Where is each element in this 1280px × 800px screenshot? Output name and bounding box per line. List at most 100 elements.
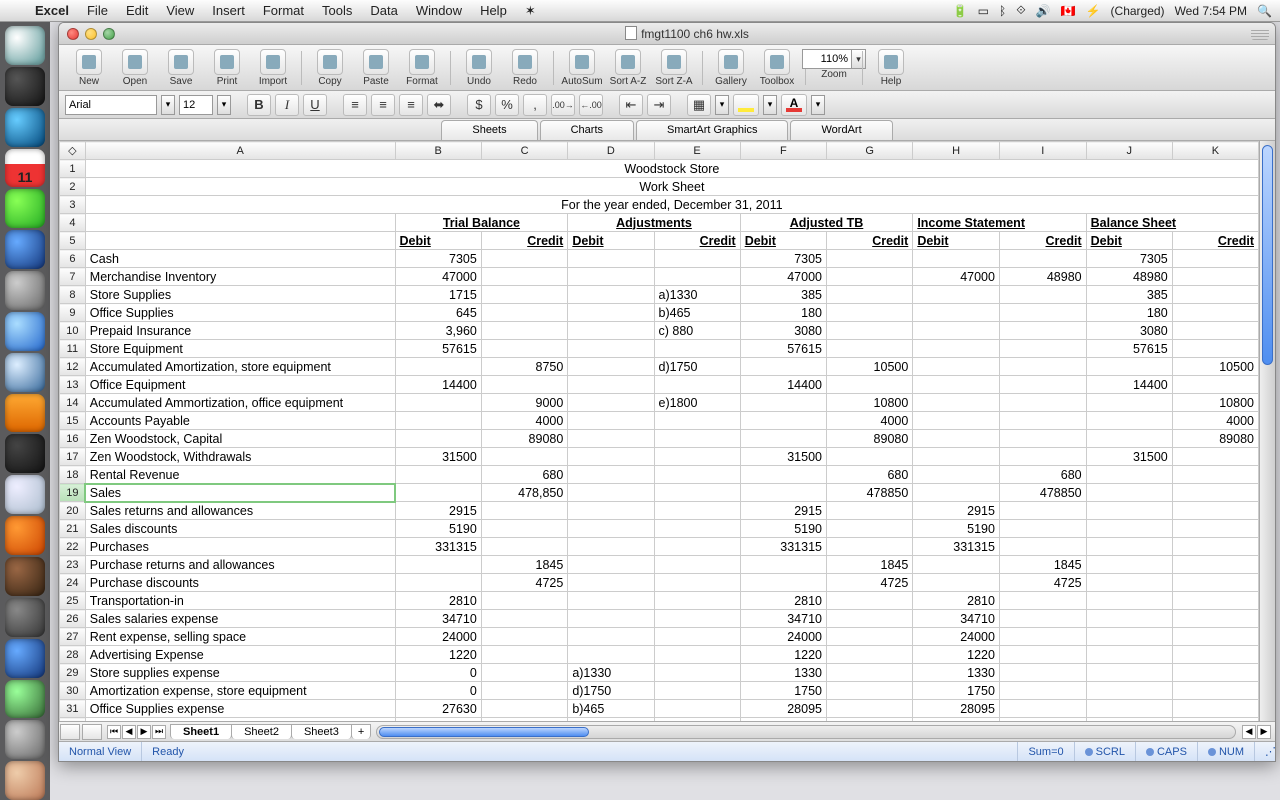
cell-I7[interactable]: 48980 [999, 268, 1086, 286]
cell-C26[interactable] [481, 610, 567, 628]
cell-C27[interactable] [481, 628, 567, 646]
cell-E11[interactable] [654, 340, 740, 358]
row-header-11[interactable]: 11 [60, 340, 86, 358]
row-header-15[interactable]: 15 [60, 412, 86, 430]
cell-B29[interactable]: 0 [395, 664, 481, 682]
gallery-button[interactable]: Gallery [709, 47, 753, 89]
bold-button[interactable]: B [247, 94, 271, 116]
cell-H21[interactable]: 5190 [913, 520, 1000, 538]
cell-E17[interactable] [654, 448, 740, 466]
cell-E10[interactable]: c) 880 [654, 322, 740, 340]
cell-C19[interactable]: 478,850 [481, 484, 567, 502]
credit-header[interactable]: Credit [1172, 232, 1258, 250]
dock-app-word2[interactable] [5, 639, 45, 678]
cell-C24[interactable]: 4725 [481, 574, 567, 592]
cell-G7[interactable] [827, 268, 913, 286]
cell-A18[interactable]: Rental Revenue [85, 466, 395, 484]
menu-help[interactable]: Help [471, 3, 516, 18]
cell-F27[interactable]: 24000 [740, 628, 826, 646]
row-header-31[interactable]: 31 [60, 700, 86, 718]
credit-header[interactable]: Credit [654, 232, 740, 250]
cell-H28[interactable]: 1220 [913, 646, 1000, 664]
cell-E20[interactable] [654, 502, 740, 520]
comma-button[interactable]: , [523, 94, 547, 116]
dock-app-dashboard[interactable] [5, 67, 45, 106]
sheet-tab-sheet3[interactable]: Sheet3 [291, 724, 352, 739]
cell-F10[interactable]: 3080 [740, 322, 826, 340]
cell-J12[interactable] [1086, 358, 1172, 376]
row-header-30[interactable]: 30 [60, 682, 86, 700]
cell-I12[interactable] [999, 358, 1086, 376]
row-header-16[interactable]: 16 [60, 430, 86, 448]
section-balance-sheet[interactable]: Balance Sheet [1086, 214, 1258, 232]
cell-K32[interactable] [1172, 718, 1258, 722]
cell-D6[interactable] [568, 250, 654, 268]
cell-D13[interactable] [568, 376, 654, 394]
cell-F18[interactable] [740, 466, 826, 484]
cell-J15[interactable] [1086, 412, 1172, 430]
dock-app-gear[interactable] [5, 598, 45, 637]
gallery-tab-wordart[interactable]: WordArt [790, 120, 892, 140]
cell-D8[interactable] [568, 286, 654, 304]
redo-button[interactable]: Redo [503, 47, 547, 89]
cell-B24[interactable] [395, 574, 481, 592]
cell-E6[interactable] [654, 250, 740, 268]
cell-C22[interactable] [481, 538, 567, 556]
print-button[interactable]: Print [205, 47, 249, 89]
cell-D26[interactable] [568, 610, 654, 628]
cell-C16[interactable]: 89080 [481, 430, 567, 448]
row-header-32[interactable]: 32 [60, 718, 86, 722]
fill-color-dropdown[interactable]: ▾ [763, 95, 777, 115]
menu-window[interactable]: Window [407, 3, 471, 18]
cell-F16[interactable] [740, 430, 826, 448]
cell-H27[interactable]: 24000 [913, 628, 1000, 646]
column-header-I[interactable]: I [999, 142, 1086, 160]
cell-A20[interactable]: Sales returns and allowances [85, 502, 395, 520]
cell-C17[interactable] [481, 448, 567, 466]
cell-J18[interactable] [1086, 466, 1172, 484]
increase-decimal-button[interactable]: .00→ [551, 94, 575, 116]
cell-H13[interactable] [913, 376, 1000, 394]
cell-G19[interactable]: 478850 [827, 484, 913, 502]
row-header-17[interactable]: 17 [60, 448, 86, 466]
cell-H32[interactable]: 3000 [913, 718, 1000, 722]
cell-C9[interactable] [481, 304, 567, 322]
cell-B14[interactable] [395, 394, 481, 412]
cell-I25[interactable] [999, 592, 1086, 610]
credit-header[interactable]: Credit [827, 232, 913, 250]
save-button[interactable]: Save [159, 47, 203, 89]
cell-C28[interactable] [481, 646, 567, 664]
row-header-12[interactable]: 12 [60, 358, 86, 376]
cell-J25[interactable] [1086, 592, 1172, 610]
row-header-3[interactable]: 3 [60, 196, 86, 214]
cell-F29[interactable]: 1330 [740, 664, 826, 682]
cell-K22[interactable] [1172, 538, 1258, 556]
row-header-21[interactable]: 21 [60, 520, 86, 538]
cell-C21[interactable] [481, 520, 567, 538]
cell-H7[interactable]: 47000 [913, 268, 1000, 286]
cell-H26[interactable]: 34710 [913, 610, 1000, 628]
cell-K27[interactable] [1172, 628, 1258, 646]
cell-G9[interactable] [827, 304, 913, 322]
cell-E32[interactable] [654, 718, 740, 722]
sheet-nav-next[interactable]: ▶ [137, 725, 151, 739]
cell-D11[interactable] [568, 340, 654, 358]
cell-K18[interactable] [1172, 466, 1258, 484]
cell-D27[interactable] [568, 628, 654, 646]
cell-I14[interactable] [999, 394, 1086, 412]
cell-E25[interactable] [654, 592, 740, 610]
cell-B22[interactable]: 331315 [395, 538, 481, 556]
dock-app-feather[interactable] [5, 434, 45, 473]
cell-B15[interactable] [395, 412, 481, 430]
help-button[interactable]: Help [869, 47, 913, 89]
row-header-29[interactable]: 29 [60, 664, 86, 682]
format-button[interactable]: Format [400, 47, 444, 89]
cell-B17[interactable]: 31500 [395, 448, 481, 466]
cell-G6[interactable] [827, 250, 913, 268]
cell-K9[interactable] [1172, 304, 1258, 322]
cell-A19[interactable]: Sales [85, 484, 395, 502]
cell-J6[interactable]: 7305 [1086, 250, 1172, 268]
cell-A6[interactable]: Cash [85, 250, 395, 268]
align-right-button[interactable]: ≡ [399, 94, 423, 116]
cell-E27[interactable] [654, 628, 740, 646]
